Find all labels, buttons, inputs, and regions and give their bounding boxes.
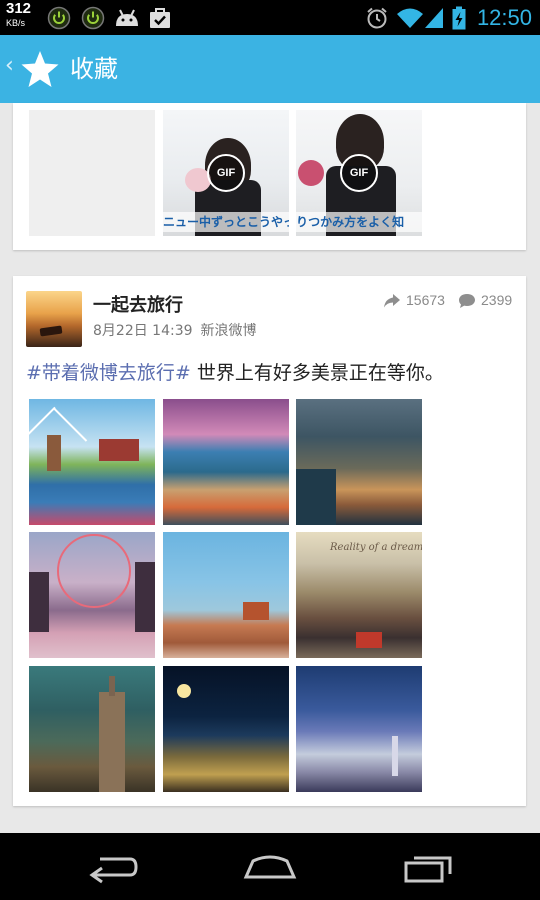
power-icon bbox=[81, 6, 105, 30]
briefcase-check-icon bbox=[150, 8, 170, 28]
post-image[interactable]: Reality of a dream bbox=[296, 532, 422, 658]
home-icon[interactable] bbox=[243, 847, 297, 887]
hashtag-link[interactable]: #带着微博去旅行# bbox=[26, 362, 191, 384]
avatar[interactable] bbox=[26, 291, 82, 347]
recent-apps-icon[interactable] bbox=[404, 847, 454, 887]
gif-badge: GIF bbox=[207, 154, 245, 192]
repost-count-value: 15673 bbox=[406, 292, 445, 308]
navigation-bar bbox=[0, 833, 540, 900]
comment-count-value: 2399 bbox=[481, 292, 513, 308]
post-image[interactable] bbox=[29, 399, 155, 525]
post-body: 世界上有好多美景正在等你。 bbox=[190, 362, 444, 384]
gif-badge: GIF bbox=[340, 154, 378, 192]
post-image-gif[interactable]: GIF ニュー中ずっとこうやって bbox=[163, 110, 289, 236]
status-bar: 312 KB/s 12:50 bbox=[0, 0, 540, 35]
post-image[interactable] bbox=[29, 110, 155, 236]
post-image-gif[interactable]: GIF りつかみ方をよく知 bbox=[296, 110, 422, 236]
post-meta: 8月22日 14:39 新浪微博 bbox=[93, 320, 265, 340]
action-bar: ‹ 收藏 bbox=[0, 35, 540, 103]
post-image[interactable] bbox=[163, 399, 289, 525]
back-icon[interactable] bbox=[86, 847, 138, 887]
previous-post-card: GIF ニュー中ずっとこうやって GIF りつかみ方をよく知 bbox=[13, 103, 526, 250]
network-speed-unit: KB/s bbox=[6, 18, 26, 28]
post-image[interactable] bbox=[163, 666, 289, 792]
post-image[interactable] bbox=[296, 399, 422, 525]
post-image[interactable] bbox=[29, 532, 155, 658]
post-source: 新浪微博 bbox=[200, 323, 257, 339]
share-arrow-icon bbox=[384, 294, 400, 308]
comment-bubble-icon bbox=[459, 294, 475, 308]
post-image[interactable] bbox=[296, 666, 422, 792]
star-icon bbox=[21, 51, 59, 87]
network-speed-value: 312 bbox=[6, 0, 32, 17]
signal-icon bbox=[425, 8, 443, 28]
post-text: #带着微博去旅行# 世界上有好多美景正在等你。 bbox=[26, 358, 444, 385]
up-button[interactable]: ‹ bbox=[0, 35, 64, 103]
username[interactable]: 一起去旅行 bbox=[93, 291, 183, 317]
power-icon bbox=[47, 6, 71, 30]
video-subtitle: ニュー中ずっとこうやって bbox=[163, 212, 289, 232]
video-subtitle: りつかみ方をよく知 bbox=[296, 212, 422, 232]
network-speed: 312 KB/s bbox=[6, 0, 32, 29]
wifi-icon bbox=[397, 8, 423, 28]
page-title: 收藏 bbox=[70, 55, 118, 83]
post-image[interactable] bbox=[163, 532, 289, 658]
alarm-icon bbox=[367, 7, 387, 29]
clock: 12:50 bbox=[476, 5, 532, 30]
post-image[interactable] bbox=[29, 666, 155, 792]
post-date: 8月22日 14:39 bbox=[93, 323, 193, 339]
android-icon bbox=[116, 9, 138, 26]
image-overlay-text: Reality of a dream bbox=[330, 542, 422, 553]
battery-charging-icon bbox=[452, 6, 466, 30]
chevron-left-icon: ‹ bbox=[5, 53, 14, 78]
